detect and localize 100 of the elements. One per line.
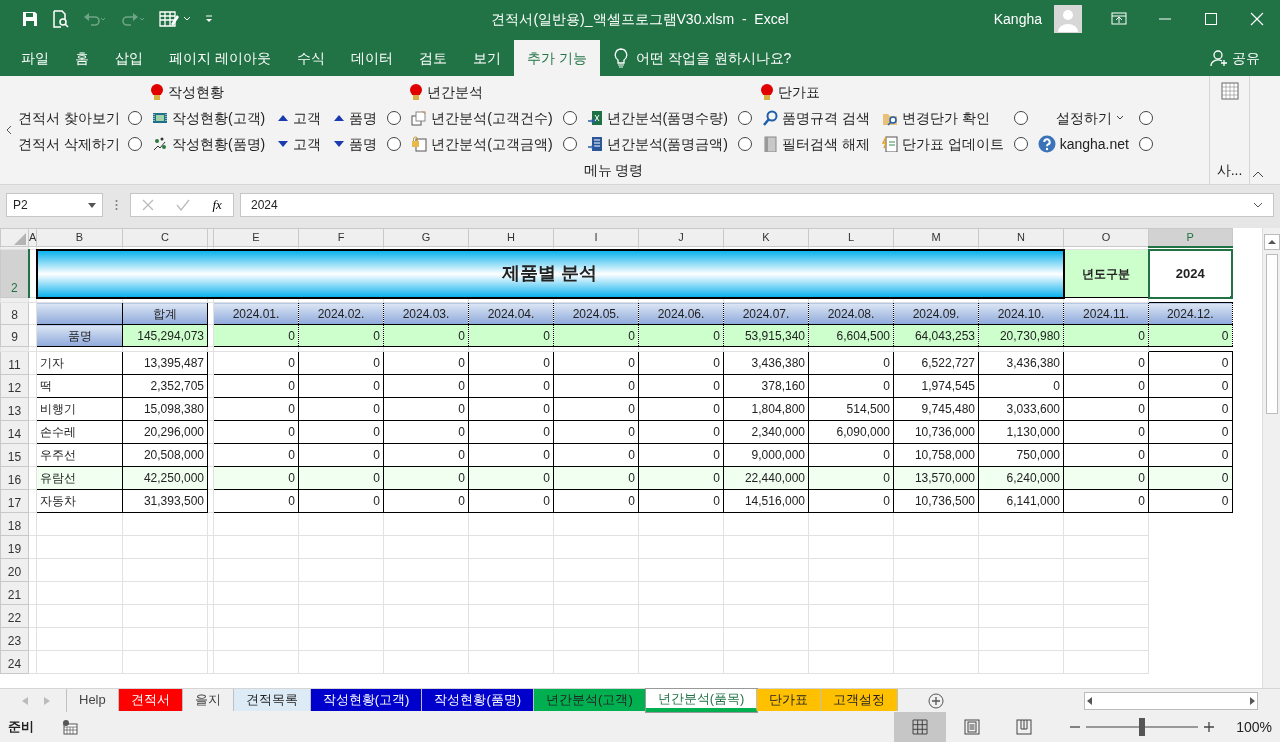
zoom-level[interactable]: 100% bbox=[1236, 716, 1272, 738]
option-button[interactable] bbox=[1013, 137, 1028, 151]
option-button[interactable] bbox=[1138, 137, 1153, 151]
row-header[interactable]: 14 bbox=[0, 420, 29, 444]
help-link[interactable]: kangha.net bbox=[1035, 132, 1131, 156]
column-header[interactable]: N bbox=[978, 228, 1064, 247]
formula-field[interactable]: 2024 bbox=[240, 193, 1274, 217]
customize-caret-icon[interactable] bbox=[205, 15, 213, 23]
page-layout-icon[interactable] bbox=[964, 719, 981, 735]
collapse-ribbon-icon[interactable] bbox=[1252, 170, 1264, 178]
close-icon[interactable] bbox=[1248, 10, 1266, 28]
form-grid-icon[interactable] bbox=[159, 10, 191, 28]
maximize-icon[interactable] bbox=[1202, 10, 1220, 28]
column-header[interactable]: H bbox=[468, 228, 554, 247]
menu-button[interactable]: 작성현황(고객) bbox=[149, 106, 268, 130]
row-header[interactable]: 24 bbox=[0, 650, 29, 674]
option-button[interactable] bbox=[1138, 111, 1153, 125]
ribbon-tab[interactable]: 파일 bbox=[8, 40, 62, 76]
zoom-slider-thumb[interactable] bbox=[1139, 718, 1146, 736]
scroll-left-icon[interactable] bbox=[1085, 695, 1095, 706]
option-button[interactable] bbox=[387, 111, 402, 125]
sort-ascending-button[interactable]: 고객 bbox=[275, 106, 324, 130]
lightbulb-icon[interactable] bbox=[613, 48, 628, 68]
option-button[interactable] bbox=[1013, 111, 1028, 125]
macro-record-icon[interactable] bbox=[62, 719, 78, 735]
ribbon-tab[interactable]: 데이터 bbox=[337, 40, 406, 76]
sheet-tab[interactable]: 년간분석(고객) bbox=[534, 689, 646, 711]
sort-descending-button[interactable]: 고객 bbox=[275, 132, 324, 156]
ribbon-display-icon[interactable] bbox=[1110, 10, 1128, 28]
column-header[interactable]: F bbox=[298, 228, 384, 247]
option-button[interactable] bbox=[127, 111, 142, 125]
scroll-up-icon[interactable] bbox=[1263, 234, 1280, 250]
row-header[interactable]: 17 bbox=[0, 489, 29, 513]
row-header[interactable]: 21 bbox=[0, 581, 29, 605]
option-button[interactable] bbox=[737, 137, 752, 151]
row-header[interactable]: 16 bbox=[0, 466, 29, 490]
scroll-left-icon[interactable] bbox=[6, 125, 12, 135]
dropdown-caret-icon[interactable] bbox=[88, 202, 96, 208]
column-header[interactable]: P bbox=[1148, 228, 1232, 247]
tell-me-field[interactable]: 어떤 작업을 원하시나요? bbox=[635, 47, 792, 69]
option-button[interactable] bbox=[562, 137, 577, 151]
row-header[interactable]: 12 bbox=[0, 374, 29, 398]
menu-button[interactable]: 단가표 업데이트 bbox=[879, 132, 1006, 156]
row-header[interactable]: 15 bbox=[0, 443, 29, 467]
sort-descending-button[interactable]: 품명 bbox=[331, 132, 380, 156]
column-header[interactable]: I bbox=[553, 228, 639, 247]
row-header[interactable]: 20 bbox=[0, 558, 29, 582]
horizontal-scrollbar[interactable] bbox=[1084, 691, 1258, 710]
menu-button[interactable]: 변경단가 확인 bbox=[879, 106, 992, 130]
share-button[interactable]: 공유 bbox=[1204, 40, 1266, 76]
ribbon-tab[interactable]: 페이지 레이아웃 bbox=[156, 40, 284, 76]
row-header[interactable]: 13 bbox=[0, 397, 29, 421]
sheet-tab[interactable]: 단가표 bbox=[757, 689, 822, 711]
row-header[interactable]: 18 bbox=[0, 512, 29, 536]
ribbon-tab[interactable]: 홈 bbox=[62, 40, 102, 76]
row-header[interactable]: 8 bbox=[0, 302, 29, 325]
row-header[interactable]: 22 bbox=[0, 604, 29, 628]
column-header[interactable]: J bbox=[638, 228, 724, 247]
menu-button[interactable]: 년간분석(품명금액) bbox=[584, 132, 730, 156]
page-break-icon[interactable] bbox=[1016, 719, 1033, 735]
menu-button[interactable]: 년간분석(고객건수) bbox=[409, 106, 555, 130]
column-header[interactable]: A bbox=[28, 228, 37, 247]
more-icon[interactable] bbox=[115, 199, 118, 211]
table-cell[interactable]: 2024 bbox=[1148, 249, 1232, 298]
menu-button[interactable]: 필터검색 해제 bbox=[759, 132, 872, 156]
ribbon-tab[interactable]: 수식 bbox=[283, 40, 338, 76]
sheet-tab[interactable]: 고객설정 bbox=[821, 689, 899, 711]
row-header[interactable]: 23 bbox=[0, 627, 29, 651]
normal-view-icon[interactable] bbox=[912, 719, 929, 735]
column-header[interactable]: K bbox=[723, 228, 809, 247]
save-icon[interactable] bbox=[22, 11, 38, 27]
sheet-tab[interactable]: 년간분석(품목) bbox=[645, 689, 758, 712]
ribbon-tab[interactable]: 삽입 bbox=[102, 40, 156, 76]
zoom-in-icon[interactable] bbox=[1204, 722, 1215, 732]
menu-button[interactable]: 작성현황(품명) bbox=[149, 132, 268, 156]
print-preview-icon[interactable] bbox=[52, 10, 69, 28]
column-header[interactable]: B bbox=[36, 228, 123, 247]
option-button[interactable] bbox=[387, 137, 402, 151]
column-header[interactable]: M bbox=[893, 228, 979, 247]
row-header[interactable]: 9 bbox=[0, 324, 29, 347]
insert-function-button[interactable]: fx bbox=[212, 195, 222, 215]
menu-button[interactable]: 년간분석(품명수량) bbox=[584, 106, 730, 130]
sheet-tab[interactable]: 견적서 bbox=[118, 689, 183, 711]
row-header[interactable]: 19 bbox=[0, 535, 29, 559]
expand-caret-icon[interactable] bbox=[1253, 202, 1263, 208]
column-header[interactable]: G bbox=[383, 228, 469, 247]
scrollbar-thumb[interactable] bbox=[1265, 254, 1278, 414]
option-button[interactable] bbox=[562, 111, 577, 125]
settings-dropdown[interactable]: 설정하기 bbox=[1035, 106, 1126, 130]
ribbon-tab[interactable]: 추가 기능 bbox=[513, 40, 600, 76]
scroll-right-icon[interactable] bbox=[1247, 695, 1257, 706]
menu-button[interactable]: 년간분석(고객금액) bbox=[409, 132, 555, 156]
column-header[interactable]: L bbox=[808, 228, 894, 247]
sheet-tab[interactable]: 견적목록 bbox=[233, 689, 311, 711]
row-header[interactable]: 11 bbox=[0, 351, 29, 375]
sheet-tab[interactable]: 작성현황(고객) bbox=[310, 689, 423, 711]
sort-ascending-button[interactable]: 품명 bbox=[331, 106, 380, 130]
add-sheet-icon[interactable] bbox=[928, 692, 945, 709]
column-header[interactable]: O bbox=[1063, 228, 1149, 247]
ribbon-tab[interactable]: 보기 bbox=[459, 40, 514, 76]
